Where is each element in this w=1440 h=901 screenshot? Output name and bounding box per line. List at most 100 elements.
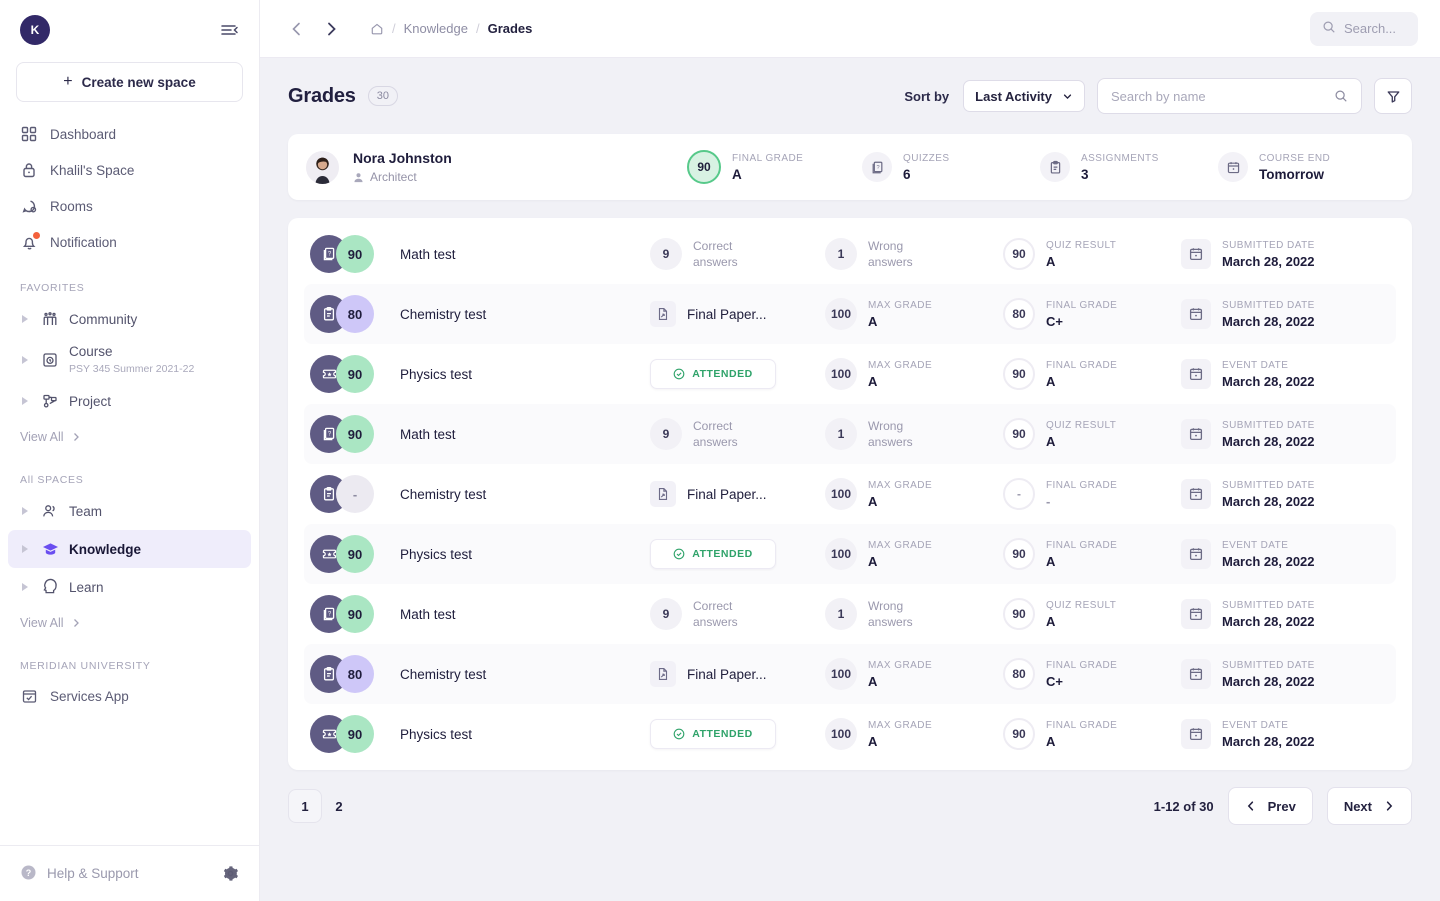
table-row[interactable]: 90Physics testATTENDED100MAX GRADEA90FIN…: [304, 704, 1396, 764]
grade-circle: 90: [1003, 238, 1035, 270]
caret-right-icon[interactable]: [22, 356, 29, 364]
stat-circle: 9: [650, 418, 682, 450]
global-search-button[interactable]: Search...: [1310, 12, 1418, 46]
row-col-3: 100MAX GRADEA: [825, 718, 1003, 750]
date-value: March 28, 2022: [1222, 254, 1315, 269]
date-label: SUBMITTED DATE: [1222, 660, 1315, 671]
collapse-sidebar-icon[interactable]: [219, 20, 239, 40]
page-button-2[interactable]: 2: [322, 789, 356, 823]
search-by-name-input[interactable]: [1111, 89, 1334, 104]
row-icons: -: [310, 475, 386, 513]
grade-circle: 100: [825, 298, 857, 330]
grade-label: MAX GRADE: [868, 540, 932, 551]
global-search-placeholder: Search...: [1344, 21, 1396, 36]
filter-button[interactable]: [1374, 78, 1412, 114]
stat-label: Correctanswers: [693, 418, 738, 450]
attachment[interactable]: Final Paper...: [650, 661, 767, 687]
sidebar-item-learn[interactable]: Learn: [0, 568, 259, 606]
grade-circle: 100: [825, 358, 857, 390]
caret-right-icon[interactable]: [22, 507, 29, 515]
calendar-icon: [1181, 719, 1211, 749]
file-icon: [650, 301, 676, 327]
breadcrumb: / Knowledge / Grades: [370, 21, 532, 36]
caret-right-icon[interactable]: [22, 583, 29, 591]
table-row[interactable]: -Chemistry testFinal Paper...100MAX GRAD…: [304, 464, 1396, 524]
row-col-4: 90FINAL GRADEA: [1003, 718, 1181, 750]
help-and-support-button[interactable]: ? Help & Support: [20, 864, 139, 884]
attachment[interactable]: Final Paper...: [650, 301, 767, 327]
attended-label: ATTENDED: [692, 728, 752, 740]
sidebar-item-dashboard[interactable]: Dashboard: [0, 116, 259, 152]
row-title: Math test: [400, 247, 650, 262]
row-icons: 80: [310, 295, 386, 333]
calendar-icon: [1181, 599, 1211, 629]
grade-value: A: [1046, 374, 1117, 389]
community-icon: [40, 309, 60, 329]
breadcrumb-item-knowledge[interactable]: Knowledge: [404, 21, 468, 36]
create-new-space-button[interactable]: + Create new space: [16, 62, 243, 102]
row-col-2: Final Paper...: [650, 301, 825, 327]
attachment-name: Final Paper...: [687, 667, 767, 682]
sidebar-item-rooms[interactable]: Rooms: [0, 188, 259, 224]
forward-button[interactable]: [322, 20, 340, 38]
grade-text: FINAL GRADEC+: [1046, 660, 1117, 689]
favorites-section-title: FAVORITES: [0, 282, 259, 294]
svg-text:?: ?: [328, 251, 332, 257]
table-row[interactable]: 80 Chemistry testFinal Paper... 100 MAX GRA…: [304, 284, 1396, 344]
stat-circle: 1: [825, 238, 857, 270]
home-icon[interactable]: [370, 22, 384, 36]
prev-page-button[interactable]: Prev: [1228, 787, 1313, 825]
project-icon: [40, 391, 60, 411]
table-row[interactable]: 90Physics testATTENDED100MAX GRADEA90FIN…: [304, 344, 1396, 404]
student-role-label: Architect: [370, 170, 417, 184]
grades-count-badge: 30: [368, 86, 398, 106]
sidebar-item-notification[interactable]: Notification: [0, 224, 259, 260]
calendar-icon: [1181, 479, 1211, 509]
grid-icon: [20, 125, 38, 143]
date-text: EVENT DATEMarch 28, 2022: [1222, 720, 1315, 749]
sidebar-item-project[interactable]: Project: [0, 382, 259, 420]
table-row[interactable]: 80Chemistry testFinal Paper...100MAX GRA…: [304, 644, 1396, 704]
sidebar-item-community[interactable]: Community: [0, 300, 259, 338]
student-summary-card[interactable]: Nora Johnston Architect 90 FINAL GRADE A: [288, 134, 1412, 200]
metric-final-grade: 90 FINAL GRADE A: [687, 150, 862, 184]
date-text: SUBMITTED DATEMarch 28, 2022: [1222, 660, 1315, 689]
back-button[interactable]: [288, 20, 306, 38]
row-col-2: 9Correctanswers: [650, 598, 825, 630]
grade-label: MAX GRADE: [868, 720, 932, 731]
grade-label: MAX GRADE: [868, 360, 932, 371]
sort-by-select[interactable]: Last Activity: [963, 80, 1085, 112]
svg-text:?: ?: [328, 611, 332, 617]
row-col-2: 9 Correctanswers: [650, 418, 825, 450]
sidebar-item-team[interactable]: Team: [0, 492, 259, 530]
attachment[interactable]: Final Paper...: [650, 481, 767, 507]
row-col-3: 100MAX GRADEA: [825, 358, 1003, 390]
grade-value: A: [868, 734, 932, 749]
sidebar-item-knowledge[interactable]: Knowledge: [8, 530, 251, 568]
table-row[interactable]: ?90Math test9Correctanswers1Wronganswers…: [304, 584, 1396, 644]
sidebar-item-label: Services App: [50, 689, 129, 704]
view-all-label: View All: [20, 616, 64, 630]
sidebar-item-khalils-space[interactable]: Khalil's Space: [0, 152, 259, 188]
table-row[interactable]: 90Physics testATTENDED100MAX GRADEA90FIN…: [304, 524, 1396, 584]
workspace-avatar[interactable]: K: [20, 15, 50, 45]
favorites-view-all[interactable]: View All: [0, 422, 259, 452]
gear-icon[interactable]: [222, 865, 239, 882]
allspaces-view-all[interactable]: View All: [0, 608, 259, 638]
table-row[interactable]: ?90Math test9Correctanswers1Wronganswers…: [304, 404, 1396, 464]
caret-right-icon[interactable]: [22, 315, 29, 323]
metric-value: 3: [1081, 167, 1159, 182]
grade-text: MAX GRADEA: [868, 480, 932, 509]
primary-nav: Dashboard Khalil's Space Rooms: [0, 116, 259, 260]
metric-label: ASSIGNMENTS: [1081, 153, 1159, 164]
caret-right-icon[interactable]: [22, 397, 29, 405]
sidebar-item-services-app[interactable]: Services App: [0, 678, 259, 714]
search-by-name-box[interactable]: [1097, 78, 1362, 114]
grade-text: MAX GRADEA: [868, 300, 932, 329]
row-title: Chemistry test: [400, 307, 650, 322]
sidebar-item-course[interactable]: Course PSY 345 Summer 2021-22: [0, 338, 259, 382]
caret-right-icon[interactable]: [22, 545, 29, 553]
page-button-1[interactable]: 1: [288, 789, 322, 823]
table-row[interactable]: ?90Math test9Correctanswers1Wronganswers…: [304, 224, 1396, 284]
next-page-button[interactable]: Next: [1327, 787, 1412, 825]
